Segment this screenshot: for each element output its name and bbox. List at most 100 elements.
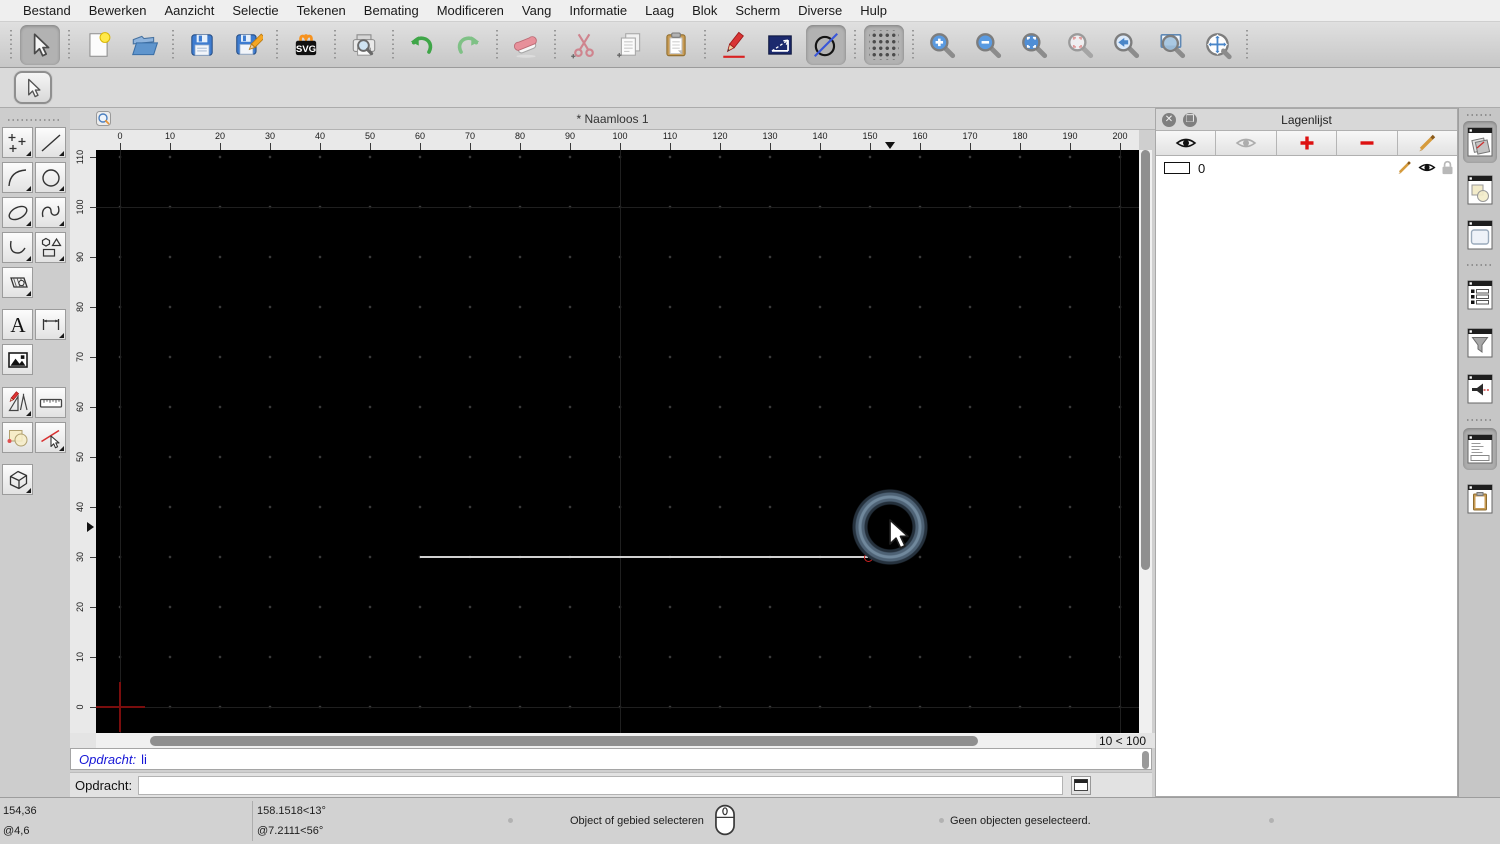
image-tool-button[interactable]	[2, 344, 33, 375]
hatch-tool-button[interactable]	[2, 267, 33, 298]
print-preview-button[interactable]	[344, 25, 384, 65]
layer-lock-icon[interactable]	[1440, 159, 1455, 176]
dock-panel-icon[interactable]: ❐	[1183, 113, 1197, 127]
measure-tool-button[interactable]	[35, 387, 66, 418]
save-as-button[interactable]	[228, 25, 268, 65]
panel-command-button[interactable]	[1463, 428, 1497, 470]
document-icon	[96, 111, 111, 126]
select-cursor-button[interactable]	[20, 24, 60, 65]
command-window-button[interactable]	[1071, 775, 1092, 795]
menu-modificeren[interactable]: Modificeren	[428, 3, 513, 18]
line-tool-button[interactable]	[35, 127, 66, 158]
layers-panel-titlebar[interactable]: ✕ ❐ Lagenlijst	[1156, 109, 1457, 131]
zoom-out-button[interactable]	[968, 25, 1008, 65]
command-input[interactable]	[138, 775, 1064, 795]
save-button[interactable]	[182, 25, 222, 65]
panel-layers-button[interactable]	[1463, 121, 1497, 163]
angle-reference-icon	[768, 34, 792, 55]
zoom-selection-button[interactable]	[1060, 25, 1100, 65]
pan-button[interactable]	[1198, 25, 1238, 65]
shape-edit-icon	[7, 429, 27, 446]
points-tool-button[interactable]	[2, 127, 33, 158]
add-layer-button[interactable]	[1277, 131, 1338, 155]
edit-layer-button[interactable]	[1398, 131, 1457, 155]
layer-row[interactable]: 0	[1156, 156, 1457, 180]
polygon-tool-button[interactable]	[35, 232, 66, 263]
image-icon	[7, 351, 28, 368]
panel-views-button[interactable]	[1463, 368, 1497, 410]
layer-edit-pencil-icon[interactable]	[1396, 160, 1413, 175]
open-file-button[interactable]	[124, 25, 164, 65]
grid-snap-button[interactable]	[864, 24, 904, 65]
zoom-window-button[interactable]	[1152, 25, 1192, 65]
new-document-icon	[89, 31, 111, 57]
drafting-tool-button[interactable]	[2, 387, 33, 418]
zoom-extents-button[interactable]	[1014, 25, 1054, 65]
circle-line-tool-button[interactable]	[806, 24, 846, 65]
show-layer-button[interactable]	[1156, 131, 1217, 155]
panel-properties-button[interactable]	[1463, 214, 1497, 256]
text-tool-button[interactable]: A	[2, 309, 33, 340]
menu-vang[interactable]: Vang	[513, 3, 560, 18]
shape-edit-tool-button[interactable]	[2, 422, 33, 453]
menu-scherm[interactable]: Scherm	[726, 3, 789, 18]
menu-bewerken[interactable]: Bewerken	[80, 3, 156, 18]
drawn-line[interactable]	[420, 556, 868, 558]
horizontal-scrollbar[interactable]	[96, 733, 1139, 748]
menu-blok[interactable]: Blok	[683, 3, 726, 18]
trim-tool-button[interactable]	[35, 422, 66, 453]
close-icon[interactable]: ✕	[1162, 113, 1176, 127]
strip-drag-handle	[1467, 114, 1493, 116]
new-document-button[interactable]	[78, 25, 118, 65]
paste-button[interactable]	[656, 25, 696, 65]
circle-tool-button[interactable]	[35, 162, 66, 193]
menu-bestand[interactable]: Bestand	[14, 3, 80, 18]
layer-color-swatch[interactable]	[1164, 162, 1190, 174]
h-ruler-tick: 110	[662, 131, 678, 141]
document-titlebar[interactable]: * Naamloos 1	[70, 108, 1155, 130]
vertical-scrollbar[interactable]	[1139, 150, 1152, 733]
history-scrollbar-thumb[interactable]	[1142, 751, 1149, 769]
flyout-indicator	[59, 221, 64, 226]
shapes-window-icon	[1467, 175, 1493, 205]
panel-list-button[interactable]	[1463, 274, 1497, 316]
drawing-canvas[interactable]	[96, 150, 1139, 733]
menu-hulp[interactable]: Hulp	[851, 3, 896, 18]
eraser-button[interactable]	[506, 25, 546, 65]
angle-reference-button[interactable]	[760, 25, 800, 65]
menu-laag[interactable]: Laag	[636, 3, 683, 18]
menu-diverse[interactable]: Diverse	[789, 3, 851, 18]
h-ruler-tick: 90	[564, 131, 575, 141]
zoom-in-button[interactable]	[922, 25, 962, 65]
hide-layer-button[interactable]	[1216, 131, 1277, 155]
horizontal-scrollbar-thumb[interactable]	[150, 735, 978, 746]
arc-tool-button[interactable]	[2, 162, 33, 193]
panel-clipboard-button[interactable]	[1463, 478, 1497, 520]
panel-shapes-button[interactable]	[1463, 169, 1497, 211]
svg-export-button[interactable]: SVG	[286, 25, 326, 65]
vertical-scrollbar-thumb[interactable]	[1141, 150, 1150, 570]
layer-visible-eye-icon[interactable]	[1418, 161, 1436, 174]
active-tool-button[interactable]	[14, 71, 52, 104]
draw-pencil-button[interactable]	[714, 25, 754, 65]
h-ruler-tick: 160	[912, 131, 928, 141]
dimension-tool-button[interactable]	[35, 309, 66, 340]
copy-button[interactable]	[610, 25, 650, 65]
menu-aanzicht[interactable]: Aanzicht	[156, 3, 224, 18]
redo-button[interactable]	[448, 25, 488, 65]
menu-selectie[interactable]: Selectie	[223, 3, 287, 18]
panel-filter-button[interactable]	[1463, 322, 1497, 364]
v-ruler-tick: 20	[75, 602, 85, 613]
strip-separator	[1467, 419, 1493, 421]
remove-layer-button[interactable]	[1337, 131, 1398, 155]
menu-tekenen[interactable]: Tekenen	[288, 3, 355, 18]
menu-bemating[interactable]: Bemating	[355, 3, 428, 18]
solids-tool-button[interactable]	[2, 464, 33, 495]
undo-button[interactable]	[402, 25, 442, 65]
cut-button[interactable]	[564, 25, 604, 65]
polyline-tool-button[interactable]	[2, 232, 33, 263]
ellipse-tool-button[interactable]	[2, 197, 33, 228]
menu-informatie[interactable]: Informatie	[560, 3, 636, 18]
spline-tool-button[interactable]	[35, 197, 66, 228]
zoom-previous-button[interactable]	[1106, 25, 1146, 65]
